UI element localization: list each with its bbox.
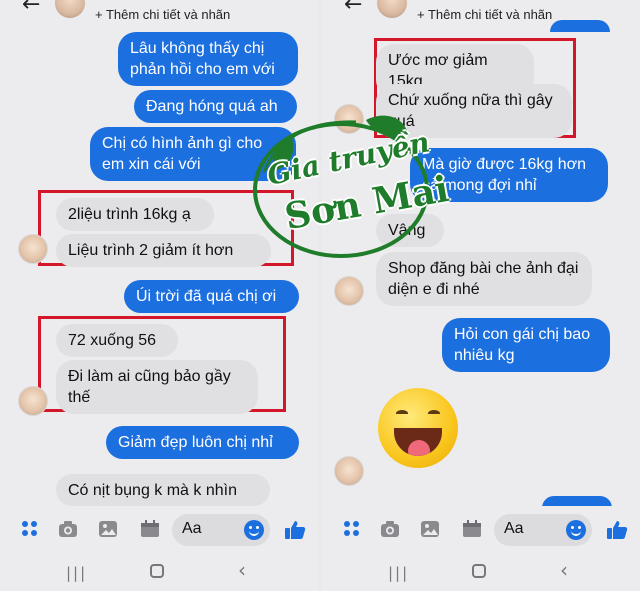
message-bubble[interactable]: Chứ xuống nữa thì gây quá — [376, 84, 572, 138]
image-icon[interactable] — [420, 520, 440, 538]
message-bubble[interactable]: Hỏi con gái chị bao nhiêu kg — [442, 318, 610, 372]
emoji-eye — [428, 410, 440, 417]
avatar — [334, 456, 364, 486]
emoji-tongue — [408, 440, 430, 456]
back-arrow-icon[interactable]: ← — [344, 0, 362, 17]
emoji-icon[interactable] — [566, 520, 586, 540]
message-bubble[interactable]: 72 xuống 56 — [56, 324, 178, 357]
composer-toolbar: Aa — [0, 506, 318, 552]
message-bubble[interactable]: Lâu không thấy chị phản hồi cho em với — [118, 32, 298, 86]
recent-apps-icon[interactable]: ||| — [66, 564, 87, 582]
laughing-tongue-emoji-sticker[interactable] — [378, 388, 458, 468]
message-bubble[interactable]: Giảm đẹp luôn chị nhỉ — [106, 426, 299, 459]
message-bubble[interactable]: Mà giờ được 16kg hơn cả mong đợi nhỉ — [410, 148, 608, 202]
apps-icon[interactable] — [344, 520, 364, 538]
avatar — [18, 234, 48, 264]
message-bubble[interactable]: Chị có hình ảnh gì cho em xin cái với — [90, 127, 296, 181]
chat-panel-left: ← + Thêm chi tiết và nhãn Lâu không thấy… — [0, 0, 318, 591]
message-bubble-partial — [550, 20, 610, 32]
emoji-icon[interactable] — [244, 520, 264, 540]
message-input[interactable]: Aa — [494, 514, 592, 546]
avatar[interactable] — [377, 0, 407, 18]
message-input[interactable]: Aa — [172, 514, 270, 546]
message-input-placeholder: Aa — [504, 520, 524, 537]
add-details-label[interactable]: + Thêm chi tiết và nhãn — [417, 7, 552, 22]
apps-icon[interactable] — [22, 520, 42, 538]
message-bubble[interactable]: Có nịt bụng k mà k nhìn — [56, 474, 270, 506]
avatar — [18, 386, 48, 416]
message-bubble[interactable]: Liệu trình 2 giảm ít hơn — [56, 234, 271, 267]
image-icon[interactable] — [98, 520, 118, 538]
avatar[interactable] — [55, 0, 85, 18]
calendar-icon[interactable] — [140, 520, 160, 538]
avatar — [334, 104, 364, 134]
calendar-icon[interactable] — [462, 520, 482, 538]
nav-back-icon[interactable]: ‹ — [560, 558, 568, 582]
recent-apps-icon[interactable]: ||| — [388, 564, 409, 582]
camera-icon[interactable] — [380, 520, 400, 538]
composer-toolbar: Aa — [322, 506, 640, 552]
like-icon[interactable] — [606, 520, 628, 540]
like-icon[interactable] — [284, 520, 306, 540]
home-icon[interactable] — [150, 564, 164, 578]
add-details-label[interactable]: + Thêm chi tiết và nhãn — [95, 7, 230, 22]
emoji-mouth — [394, 428, 442, 456]
nav-back-icon[interactable]: ‹ — [238, 558, 246, 582]
message-bubble[interactable]: Shop đăng bài che ảnh đại diện e đi nhé — [376, 252, 592, 306]
system-nav-bar: ||| ‹ — [322, 552, 640, 591]
message-input-placeholder: Aa — [182, 520, 202, 537]
chat-panel-right: ← + Thêm chi tiết và nhãn Ước mơ giảm 15… — [322, 0, 640, 591]
message-bubble[interactable]: Vâng — [376, 214, 444, 247]
system-nav-bar: ||| ‹ — [0, 552, 318, 591]
back-arrow-icon[interactable]: ← — [22, 0, 40, 17]
home-icon[interactable] — [472, 564, 486, 578]
message-bubble[interactable]: Đang hóng quá ah — [134, 90, 297, 123]
avatar — [334, 276, 364, 306]
message-bubble[interactable]: Úi trời đã quá chị ơi — [124, 280, 299, 313]
camera-icon[interactable] — [58, 520, 78, 538]
emoji-eye — [396, 410, 408, 417]
message-bubble[interactable]: 2liệu trình 16kg ạ — [56, 198, 214, 231]
chat-header: ← + Thêm chi tiết và nhãn — [0, 0, 318, 30]
message-bubble[interactable]: Đi làm ai cũng bảo gầy thế — [56, 360, 258, 414]
